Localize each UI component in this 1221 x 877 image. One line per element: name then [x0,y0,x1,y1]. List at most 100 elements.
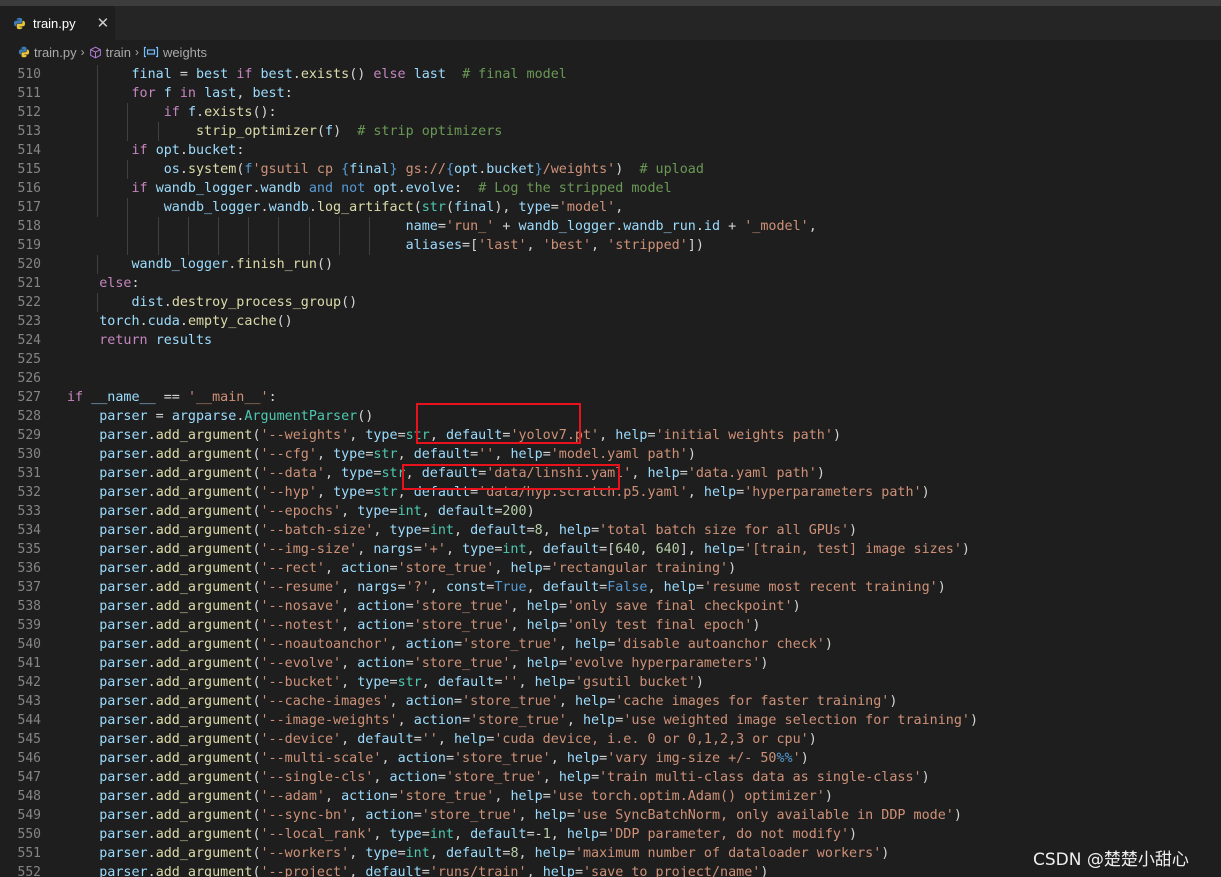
code-token: '--cfg' [260,447,317,462]
code-line[interactable]: 528 parser = argparse.ArgumentParser() [0,407,1221,426]
cube-icon [89,46,102,59]
line-number: 525 [17,352,41,367]
code-line[interactable]: 520 wandb_logger.finish_run() [0,255,1221,274]
code-token: empty_cache [187,314,277,329]
code-line[interactable]: 521 else: [0,274,1221,293]
code-token: '--evolve' [260,656,342,671]
code-line[interactable]: 514 if opt.bucket: [0,141,1221,160]
code-line[interactable]: 536 parser.add_argument('--rect', action… [0,559,1221,578]
code-token: . [147,808,156,823]
code-line[interactable]: 533 parser.add_argument('--epochs', type… [0,502,1221,521]
code-line[interactable]: 548 parser.add_argument('--adam', action… [0,787,1221,806]
code-token: = [405,599,414,614]
code-line[interactable]: 550 parser.add_argument('--local_rank', … [0,825,1221,844]
code-line[interactable]: 537 parser.add_argument('--resume', narg… [0,578,1221,597]
code-token: ) [849,827,858,842]
code-token: = [405,618,414,633]
line-number: 522 [17,295,41,310]
code-token: , [349,865,366,877]
code-token: = [526,523,535,538]
code-line[interactable]: 542 parser.add_argument('--bucket', type… [0,673,1221,692]
close-icon[interactable]: ✕ [97,14,110,32]
code-line[interactable]: 517 wandb_logger.wandb.log_artifact(str(… [0,198,1221,217]
breadcrumb-file[interactable]: train.py [34,45,77,60]
breadcrumb-variable[interactable]: weights [163,45,207,60]
chevron-right-icon: › [134,45,139,59]
code-token: = [413,542,422,557]
code-line[interactable]: 546 parser.add_argument('--multi-scale',… [0,749,1221,768]
line-number: 515 [17,162,41,177]
code-text: torch.cuda.empty_cache() [67,312,293,331]
code-line[interactable]: 516 if wandb_logger.wandb and not opt.ev… [0,179,1221,198]
code-line[interactable]: 529 parser.add_argument('--weights', typ… [0,426,1221,445]
code-line[interactable]: 525 [0,350,1221,369]
code-token: = [147,409,172,424]
code-token: ) [615,162,640,177]
code-token: , [349,808,366,823]
code-token: . [252,181,261,196]
code-line[interactable]: 549 parser.add_argument('--sync-bn', act… [0,806,1221,825]
code-token: f [187,105,196,120]
code-token: = [550,200,559,215]
code-token: best [196,67,229,82]
code-line[interactable]: 519 aliases=['last', 'best', 'stripped']… [0,236,1221,255]
code-token: '--multi-scale' [260,751,382,766]
code-line[interactable]: 530 parser.add_argument('--cfg', type = st… [0,445,1221,464]
code-line[interactable]: 534 parser.add_argument('--batch-size', … [0,521,1221,540]
code-line[interactable]: 524 return results [0,331,1221,350]
code-line[interactable]: 518 name='run_' + wandb_logger.wandb_run… [0,217,1221,236]
code-token: 'last' [478,238,527,253]
code-token: 'store_true' [413,656,511,671]
code-token: wandb_logger [131,257,229,272]
code-line[interactable]: 543 parser.add_argument('--cache-images'… [0,692,1221,711]
code-token: ( [252,466,261,481]
code-token: help [526,656,559,671]
code-token: = [405,656,414,671]
code-line[interactable]: 527 if __name__ == '__main__': [0,388,1221,407]
code-text: strip_optimizer(f) # strip optimizers [67,122,502,141]
code-line[interactable]: 539 parser.add_argument('--notest', acti… [0,616,1221,635]
code-token: help [510,789,543,804]
code-token: action [405,637,454,652]
code-line[interactable]: 545 parser.add_argument('--device', defa… [0,730,1221,749]
tab-train-py[interactable]: train.py ✕ [0,6,115,40]
code-token: '--weights' [260,428,350,443]
code-line[interactable]: 526 [0,369,1221,388]
code-token: . [308,200,317,215]
code-token: best [252,86,285,101]
code-line[interactable]: 515 os.system(f'gsutil cp {final} gs://{… [0,160,1221,179]
code-line[interactable]: 511 for f in last, best: [0,84,1221,103]
code-token: wandb [268,200,309,215]
line-number: 514 [17,143,41,158]
code-token: , [341,732,358,747]
code-line[interactable]: 535 parser.add_argument('--img-size', na… [0,540,1221,559]
code-line[interactable]: 512 if f.exists(): [0,103,1221,122]
line-number: 511 [17,86,41,101]
code-token: , [349,846,366,861]
code-line[interactable]: 540 parser.add_argument('--noautoanchor'… [0,635,1221,654]
code-token: action [357,599,406,614]
code-line[interactable]: 510 final = best if best.exists() else l… [0,65,1221,84]
code-token: 'data.yaml path' [687,466,817,481]
code-token: '__main__' [187,390,269,405]
code-token: default [445,846,503,861]
code-token: parser [99,504,148,519]
line-number: 548 [17,789,41,804]
code-token: = [413,808,422,823]
code-token: parser [99,694,148,709]
code-line[interactable]: 541 parser.add_argument('--evolve', acti… [0,654,1221,673]
code-line[interactable]: 547 parser.add_argument('--single-cls', … [0,768,1221,787]
code-line[interactable]: 538 parser.add_argument('--nosave', acti… [0,597,1221,616]
code-token: os [163,162,180,177]
code-line[interactable]: 522 dist.destroy_process_group() [0,293,1221,312]
highlight-box [416,403,581,444]
code-line[interactable]: 523 torch.cuda.empty_cache() [0,312,1221,331]
breadcrumb-function[interactable]: train [106,45,131,60]
code-token: , [341,504,358,519]
code-line[interactable]: 513 strip_optimizer(f) # strip optimizer… [0,122,1221,141]
code-token: add_argument [155,789,253,804]
code-token: = [413,732,422,747]
code-text: if f.exists(): [67,103,277,122]
code-line[interactable]: 544 parser.add_argument('--image-weights… [0,711,1221,730]
